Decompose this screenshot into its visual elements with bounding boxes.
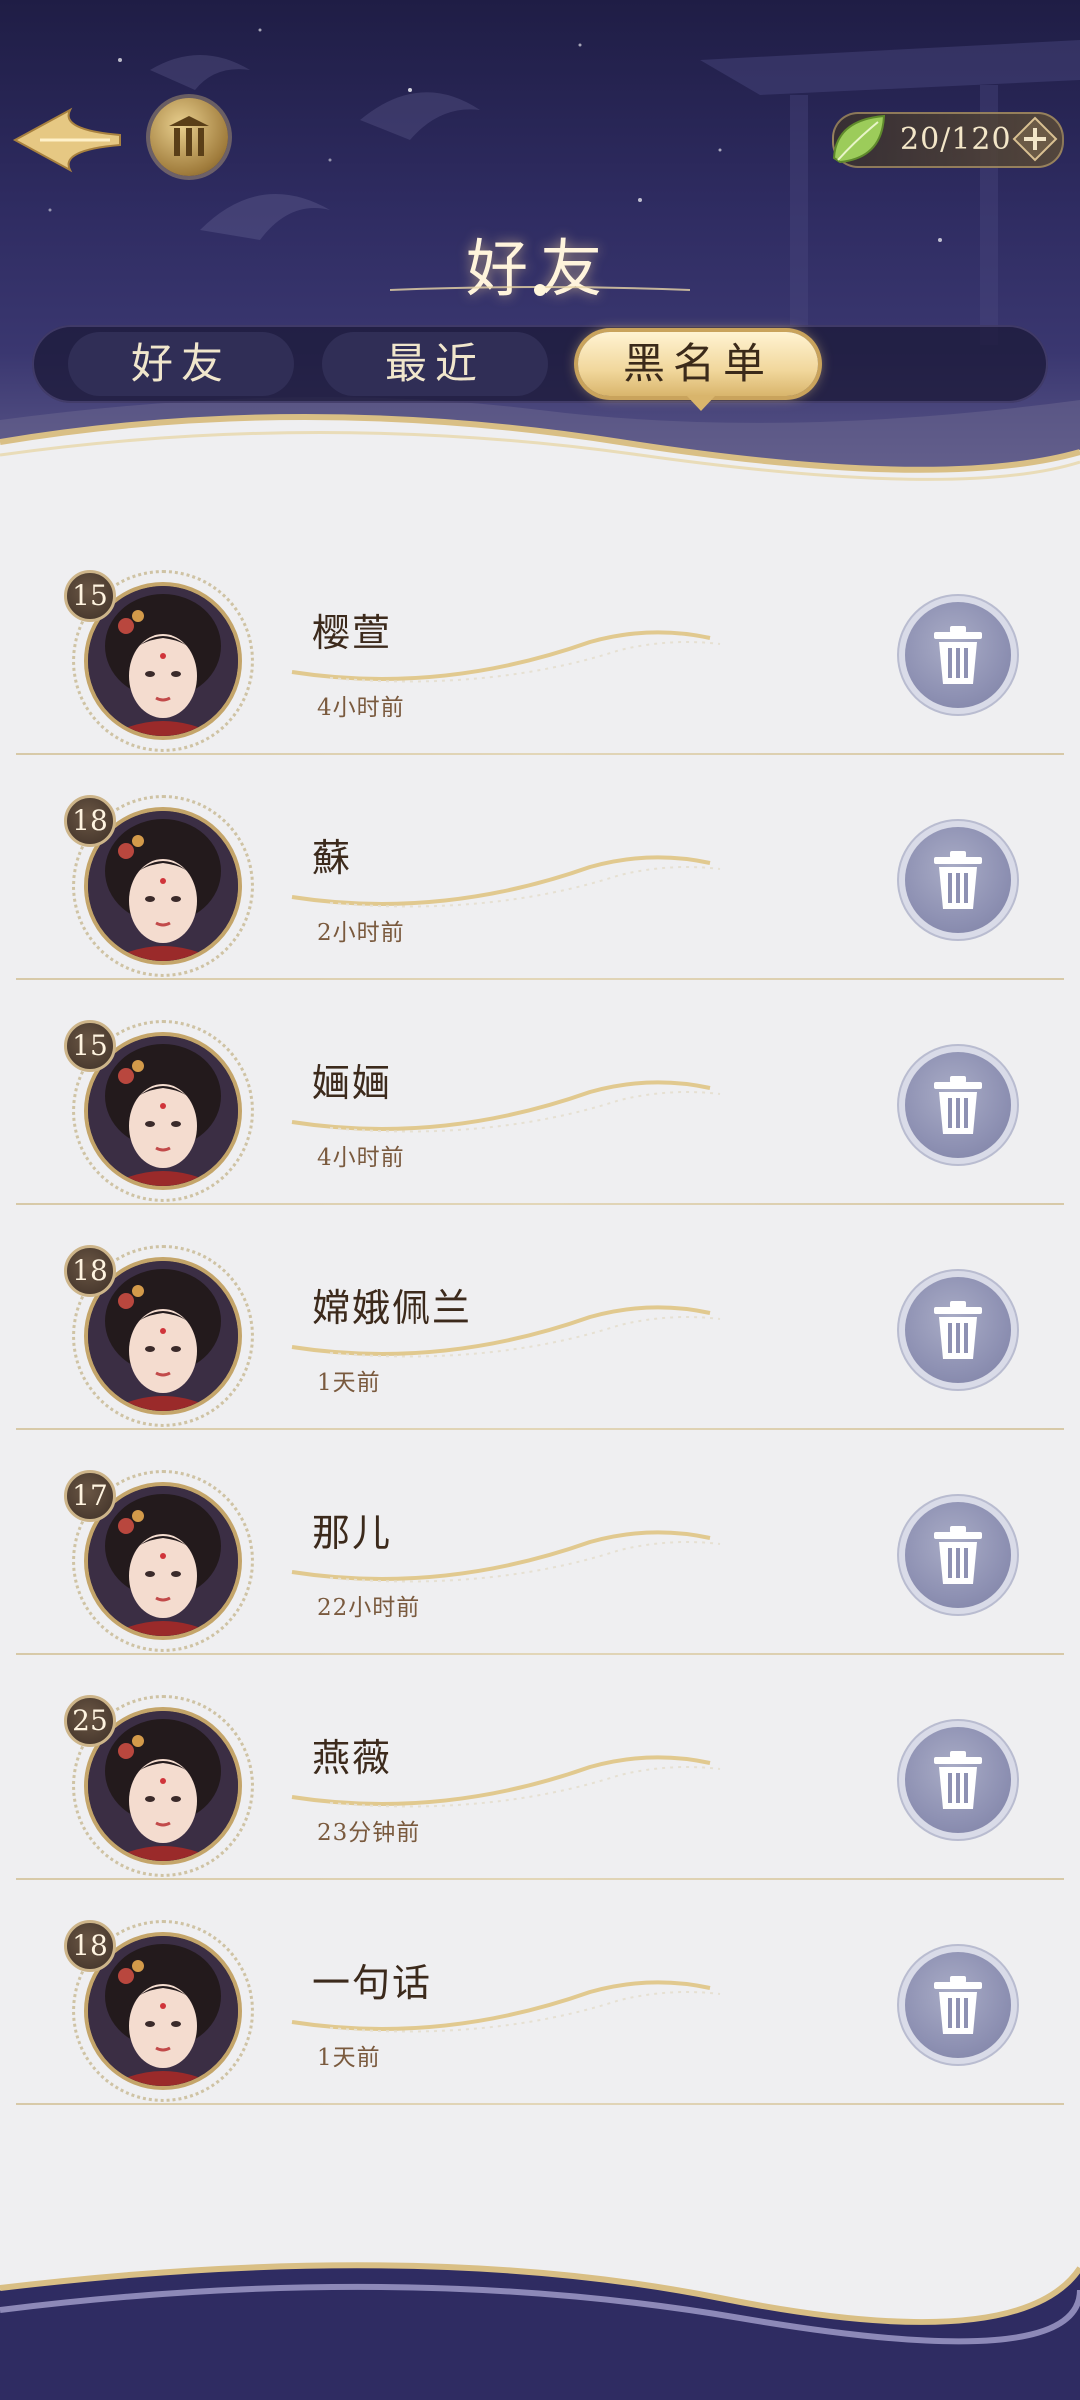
avatar-frame[interactable]: 15: [64, 570, 254, 752]
list-item: 15 婳婳 4小时前: [0, 980, 1080, 1205]
friend-name: 樱萱: [312, 611, 393, 655]
level-badge: 18: [64, 795, 116, 847]
trash-icon: [934, 1076, 982, 1134]
decorative-wave-top: [0, 414, 1080, 510]
remove-from-blacklist-button[interactable]: [905, 602, 1011, 708]
back-button[interactable]: [10, 95, 125, 185]
remove-from-blacklist-button[interactable]: [905, 1952, 1011, 2058]
list-item: 25 燕薇 23分钟前: [0, 1655, 1080, 1880]
friend-name: 嫦娥佩兰: [312, 1286, 473, 1330]
last-online-time: 1天前: [317, 1370, 381, 1396]
avatar-frame[interactable]: 18: [64, 1920, 254, 2102]
avatar-frame[interactable]: 15: [64, 1020, 254, 1202]
last-online-time: 23分钟前: [317, 1820, 421, 1846]
friend-name: 那儿: [312, 1511, 393, 1555]
last-online-time: 4小时前: [317, 1145, 405, 1171]
last-online-time: 22小时前: [317, 1595, 421, 1621]
trash-icon: [934, 1751, 982, 1809]
tab-blacklist[interactable]: 黑名单: [578, 332, 818, 396]
remove-from-blacklist-button[interactable]: [905, 1277, 1011, 1383]
avatar-frame[interactable]: 25: [64, 1695, 254, 1877]
level-badge: 18: [64, 1245, 116, 1297]
tab-recent[interactable]: 最近: [322, 332, 548, 396]
friend-name: 燕薇: [312, 1736, 393, 1780]
friend-name: 婳婳: [312, 1061, 393, 1105]
avatar-frame[interactable]: 18: [64, 1245, 254, 1427]
remove-from-blacklist-button[interactable]: [905, 827, 1011, 933]
last-online-time: 4小时前: [317, 695, 405, 721]
level-badge: 15: [64, 1020, 116, 1072]
remove-from-blacklist-button[interactable]: [905, 1727, 1011, 1833]
stamina-counter: 20/120: [832, 112, 1064, 168]
trash-icon: [934, 626, 982, 684]
list-item: 18 嫦娥佩兰 1天前: [0, 1205, 1080, 1430]
remove-from-blacklist-button[interactable]: [905, 1052, 1011, 1158]
avatar-frame[interactable]: 17: [64, 1470, 254, 1652]
stamina-value: 20/120: [900, 122, 1012, 157]
list-item: 15 樱萱 4小时前: [0, 530, 1080, 755]
level-badge: 18: [64, 1920, 116, 1972]
trash-icon: [934, 1976, 982, 2034]
trash-icon: [934, 851, 982, 909]
level-badge: 17: [64, 1470, 116, 1522]
plus-icon[interactable]: [1012, 116, 1058, 162]
trash-icon: [934, 1526, 982, 1584]
tab-bar: 好友 最近 黑名单: [32, 325, 1048, 403]
avatar-frame[interactable]: 18: [64, 795, 254, 977]
temple-icon: [169, 116, 209, 156]
friend-name: 一句话: [312, 1961, 433, 2005]
level-badge: 25: [64, 1695, 116, 1747]
home-button[interactable]: [150, 98, 228, 176]
decorative-wave-bottom: [0, 2262, 1080, 2400]
list-item: 18 蘇 2小时前: [0, 755, 1080, 980]
list-item: 18 一句话 1天前: [0, 1880, 1080, 2105]
last-online-time: 1天前: [317, 2045, 381, 2071]
last-online-time: 2小时前: [317, 920, 405, 946]
row-divider: [16, 2103, 1064, 2105]
level-badge: 15: [64, 570, 116, 622]
title-divider: [390, 284, 690, 296]
remove-from-blacklist-button[interactable]: [905, 1502, 1011, 1608]
list-item: 17 那儿 22小时前: [0, 1430, 1080, 1655]
friend-name: 蘇: [312, 836, 353, 880]
leaf-icon: [832, 114, 886, 164]
tab-friends[interactable]: 好友: [68, 332, 294, 396]
back-arrow-icon: [12, 107, 121, 173]
trash-icon: [934, 1301, 982, 1359]
